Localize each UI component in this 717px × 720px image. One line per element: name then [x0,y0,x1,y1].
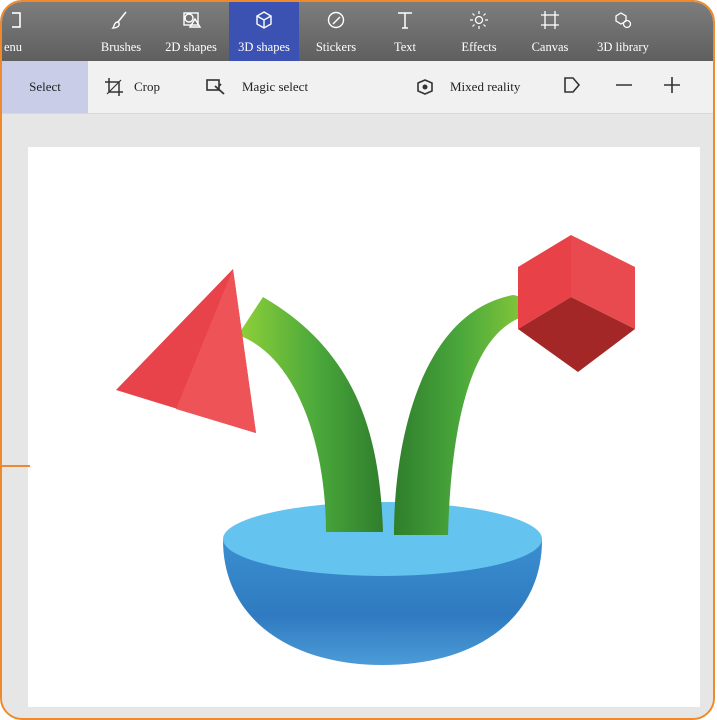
left-tube[interactable] [238,297,383,532]
tab-3d-library[interactable]: 3D library [587,2,659,61]
crop-icon [104,77,124,97]
app-window: enu Brushes 2D shapes 3D shapes Stickers [0,0,715,720]
tab-stickers[interactable]: Stickers [306,2,366,61]
menu-icon [2,8,38,32]
sticker-icon [306,8,366,32]
main-toolbar: enu Brushes 2D shapes 3D shapes Stickers [2,2,713,61]
mixed-reality-label: Mixed reality [450,79,521,94]
bowl-top[interactable] [223,502,542,576]
zoom-in-button[interactable] [662,61,682,113]
3d-scene[interactable] [28,147,700,707]
select-button[interactable]: Select [2,61,88,113]
magic-select-label: Magic select [242,79,309,94]
2d-shapes-icon [155,8,227,32]
minus-icon [614,76,634,98]
drawing-canvas[interactable] [28,147,700,707]
right-tube[interactable] [394,295,528,535]
tab-brushes[interactable]: Brushes [92,2,150,61]
plus-icon [662,75,682,99]
brush-icon [92,8,150,32]
accent-line [2,465,30,467]
tab-effects[interactable]: Effects [448,2,510,61]
menu-button[interactable]: enu [2,2,38,61]
tab-3d-shapes[interactable]: 3D shapes [229,2,299,61]
magic-select-button[interactable]: Magic select [206,61,308,113]
3d-library-icon [587,8,659,32]
cube-icon [229,8,299,32]
tab-2d-shapes[interactable]: 2D shapes [155,2,227,61]
tab-text[interactable]: Text [380,2,430,61]
crop-button[interactable]: Crop [104,61,160,113]
canvas-icon [522,8,578,32]
workspace [2,114,713,718]
effects-icon [448,8,510,32]
flag-icon [562,76,582,98]
mixed-reality-button[interactable]: Mixed reality [416,61,520,113]
magic-select-icon [206,78,226,96]
zoom-out-button[interactable] [614,61,634,113]
crop-label: Crop [134,79,160,94]
view-toggle-button[interactable] [562,61,582,113]
text-icon [380,8,430,32]
mixed-reality-icon [416,78,434,96]
tab-canvas[interactable]: Canvas [522,2,578,61]
select-label: Select [29,79,61,94]
secondary-toolbar: Select Crop Magic select Mixed reality [2,61,713,114]
